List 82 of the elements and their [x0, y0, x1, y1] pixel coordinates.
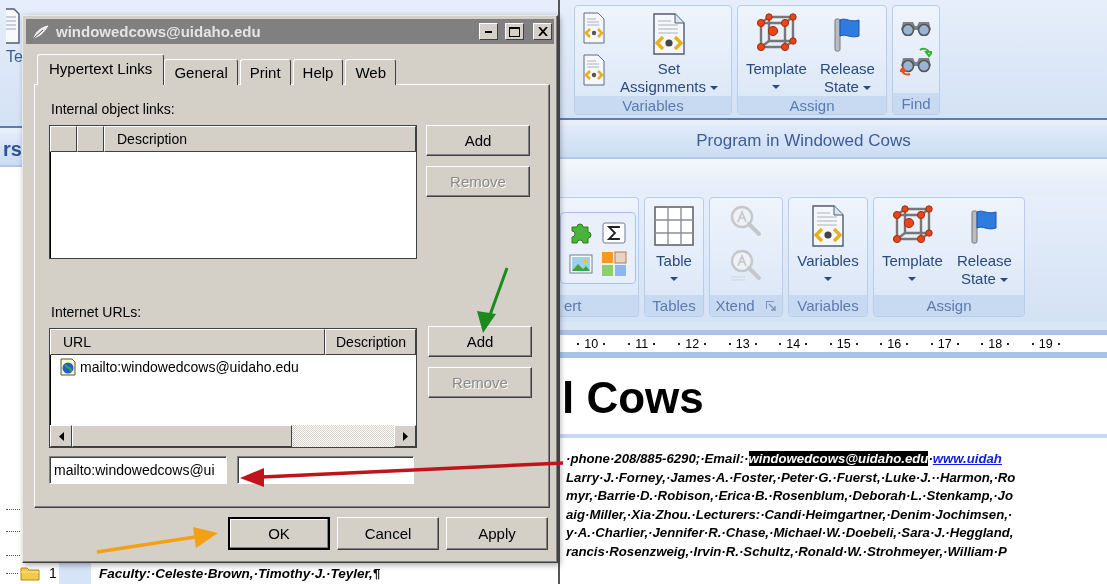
- column-header[interactable]: [50, 126, 77, 152]
- document-text-line: Larry·J.·Forney,·James·A.·Foster,·Peter·G.·Fuerst,·Luke·J.··Harmon,·Ro: [565, 468, 1017, 487]
- window-title: windowedcows@uidaho.edu: [56, 23, 262, 40]
- tab[interactable]: Web: [345, 59, 397, 85]
- flag-icon[interactable]: [970, 208, 999, 244]
- ok-button[interactable]: OK: [228, 517, 330, 550]
- ribbon-group-label: Xtend: [715, 297, 755, 314]
- ribbon-group-label: Tables: [652, 297, 696, 314]
- ribbon-group-label: Variables: [797, 297, 859, 314]
- add-button[interactable]: Add: [428, 326, 532, 357]
- url-list-item[interactable]: mailto:windowedcows@uidaho.edu: [80, 359, 299, 375]
- ribbon-button[interactable]: Table: [652, 202, 696, 288]
- ribbon-button[interactable]: Release State: [950, 202, 1018, 288]
- column-header[interactable]: URL: [50, 329, 325, 355]
- code-document-icon[interactable]: [581, 54, 607, 86]
- section-label: Internet URLs:: [51, 304, 143, 320]
- document-text-line: myr,·Barrie·D.·Robison,·Erica·B.·Rosenblum,·Deborah·L.·Stenkamp,·Jo: [565, 487, 1014, 505]
- ruler-number: 10: [584, 336, 599, 351]
- ruler-number: 19: [1038, 336, 1053, 351]
- url-field[interactable]: mailto:windowedcows@ui: [49, 456, 227, 484]
- annotation-arrow: [477, 267, 509, 333]
- ruler-number: 16: [887, 336, 902, 351]
- document-title: Program in Windowed Cows: [696, 131, 911, 151]
- tab[interactable]: General: [164, 59, 238, 85]
- puzzle-piece-icon[interactable]: [570, 221, 592, 245]
- ribbon-button[interactable]: Set Assignments: [613, 10, 725, 96]
- ruler-number: 14: [786, 336, 801, 351]
- tab[interactable]: Print: [239, 59, 291, 85]
- apply-button[interactable]: Apply: [446, 517, 548, 550]
- scroll-right-button[interactable]: [394, 425, 416, 447]
- document-text-line: Faculty:·Celeste·Brown,·Timothy·J.·Teyler,¶: [99, 565, 381, 581]
- section-label: Internal object links:: [51, 101, 176, 117]
- tab[interactable]: Hypertext Links: [37, 54, 165, 85]
- maximize-icon: [509, 26, 520, 37]
- add-button[interactable]: Add: [426, 125, 530, 156]
- right-arrow-icon: [402, 431, 408, 441]
- left-arrow-icon: [58, 431, 64, 441]
- minimize-icon: [484, 30, 493, 33]
- pane-title: rs: [3, 137, 22, 161]
- close-button[interactable]: [533, 23, 552, 40]
- ribbon-group-label: Assign: [926, 297, 972, 314]
- selection-highlight: [59, 562, 91, 584]
- web-link[interactable]: www.uidah: [932, 451, 1002, 466]
- scroll-left-button[interactable]: [50, 425, 72, 447]
- ruler-number: 17: [937, 336, 952, 351]
- tab[interactable]: Help: [292, 59, 344, 85]
- ribbon-group-label: Find: [901, 95, 931, 112]
- tree-item-number: 1: [49, 565, 57, 581]
- ruler-number: 15: [836, 336, 851, 351]
- ribbon-group-label: Variables: [622, 96, 684, 114]
- ribbon-button[interactable]: Release State: [814, 10, 880, 96]
- column-header[interactable]: Description: [325, 329, 416, 355]
- document-icon[interactable]: [6, 8, 20, 44]
- ruler-number: 13: [735, 336, 750, 351]
- globe-document-icon: [60, 358, 76, 376]
- document-text-line: y·A.·Charlier,·Jennifer·R.·Chase,·Michael·W.·Doebeli,·Sara·J.·Heggland,: [564, 524, 1015, 542]
- document-text-line: aig·Miller,·Xia·Zhou.·Lecturers:·Candi·Heimgartner,·Denim·Jochimsen,·: [565, 505, 1014, 524]
- ribbon-button[interactable]: Variables: [795, 202, 861, 288]
- close-icon: [537, 27, 548, 36]
- ribbon-button[interactable]: Template: [880, 202, 945, 288]
- ribbon-group-label: ert: [564, 297, 582, 314]
- ruler-number: 18: [988, 336, 1003, 351]
- document-heading: l Cows: [562, 374, 705, 422]
- minimize-button[interactable]: [479, 23, 498, 40]
- sum-icon[interactable]: [602, 222, 626, 244]
- ribbon-button[interactable]: Template: [744, 10, 809, 96]
- code-document-icon[interactable]: [581, 12, 607, 44]
- scrollbar-thumb[interactable]: [72, 425, 292, 447]
- link-icon: [32, 23, 50, 40]
- picture-icon[interactable]: [569, 254, 593, 274]
- column-header[interactable]: Description: [104, 126, 416, 152]
- ruler-number: 11: [635, 336, 649, 351]
- flag-icon[interactable]: [833, 16, 862, 52]
- cancel-button[interactable]: Cancel: [337, 517, 439, 550]
- document-text-line: rancis·Rosenzweig,·Irvin·R.·Schultz,·Ronald·W.·Strohmeyer,·William·P: [565, 542, 1008, 561]
- ribbon-group-label: Assign: [789, 96, 835, 114]
- ribbon-button-label: Te: [6, 48, 23, 66]
- ruler-number: 12: [685, 336, 700, 351]
- table-grid-icon[interactable]: [654, 206, 694, 246]
- document-text-line: ·phone·208/885-6290;·Email:·windowedcows@uidaho.edu·www.uidah: [565, 450, 1003, 468]
- column-header[interactable]: [77, 126, 104, 152]
- maximize-button[interactable]: [505, 23, 524, 40]
